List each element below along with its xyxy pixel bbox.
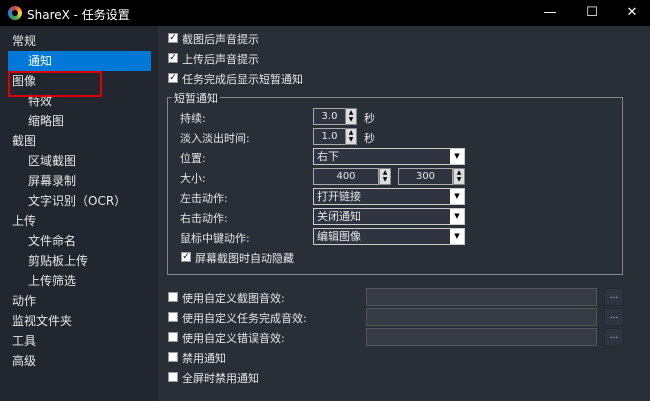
height-spinner[interactable]: ▲ ▼ [453,168,465,185]
top-checkbox[interactable]: ✓ [168,73,178,83]
title-bar: ShareX - 任务设置 — ☐ ✕ [0,0,650,26]
sidebar-item-14[interactable]: 监视文件夹 [12,311,72,331]
sidebar-item-6[interactable]: 区域截图 [28,151,76,171]
bottom-checkbox-label: 全屏时禁用通知 [182,372,259,385]
middle-click-label: 鼠标中键动作: [180,232,250,245]
bottom-checkbox[interactable] [168,352,178,362]
right-click-label: 右击动作: [180,212,228,225]
fade-spinner[interactable]: ▲ ▼ [345,128,357,145]
sidebar-item-11[interactable]: 剪贴板上传 [28,251,88,271]
seconds-label: 秒 [364,132,375,145]
sound-checkbox[interactable] [168,312,178,322]
sidebar-item-10[interactable]: 文件命名 [28,231,76,251]
left-click-dropdown[interactable]: 打开链接 ▼ [313,188,465,205]
sidebar-item-7[interactable]: 屏幕录制 [28,171,76,191]
top-checkbox[interactable]: ✓ [168,53,178,63]
browse-button[interactable]: ... [604,308,624,326]
autohide-label: 屏幕截图时自动隐藏 [195,252,294,265]
size-separator: x [386,170,392,180]
position-label: 位置: [180,152,206,165]
sound-path-input[interactable] [366,328,597,346]
right-click-dropdown[interactable]: 关闭通知 ▼ [313,208,465,225]
sound-label: 使用自定义任务完成音效: [182,312,307,325]
sharex-logo-icon [8,6,22,20]
sound-checkbox[interactable] [168,332,178,342]
top-checkbox-label: 上传后声音提示 [182,53,259,66]
height-input[interactable]: 300 [398,168,453,185]
sound-path-input[interactable] [366,308,597,326]
seconds-label: 秒 [364,112,375,125]
sound-path-input[interactable] [366,288,597,306]
right-click-value: 关闭通知 [317,210,361,223]
sidebar-item-9[interactable]: 上传 [12,211,36,231]
autohide-checkbox[interactable]: ✓ [181,252,191,262]
chevron-down-icon: ▼ [450,149,464,164]
sidebar-item-1[interactable]: 通知 [8,51,151,71]
sidebar-item-8[interactable]: 文字识别（OCR） [28,191,126,211]
chevron-down-icon: ▼ [450,189,464,204]
left-click-label: 左击动作: [180,192,228,205]
sound-label: 使用自定义截图音效: [182,292,285,305]
minimize-button[interactable]: — [530,2,570,24]
toast-notification-group [167,97,623,275]
window-title: ShareX - 任务设置 [27,8,130,22]
middle-click-value: 编辑图像 [317,230,361,243]
left-click-value: 打开链接 [317,190,361,203]
position-value: 右下 [317,150,339,163]
sidebar-item-0[interactable]: 常规 [12,31,36,51]
size-label: 大小: [180,172,206,185]
sound-label: 使用自定义错误音效: [182,332,285,345]
width-input[interactable]: 400 [313,168,379,185]
close-button[interactable]: ✕ [612,2,650,24]
duration-spinner[interactable]: ▲ ▼ [345,108,357,125]
sidebar-item-15[interactable]: 工具 [12,331,36,351]
middle-click-dropdown[interactable]: 编辑图像 ▼ [313,228,465,245]
group-title: 短暂通知 [172,90,220,106]
sidebar-item-12[interactable]: 上传筛选 [28,271,76,291]
sound-checkbox[interactable] [168,292,178,302]
chevron-down-icon: ▼ [450,209,464,224]
duration-input[interactable]: 3.0 [313,108,346,125]
highlight-box [8,71,102,97]
sidebar-item-5[interactable]: 截图 [12,131,36,151]
bottom-checkbox-label: 禁用通知 [182,352,226,365]
maximize-button[interactable]: ☐ [572,2,612,24]
position-dropdown[interactable]: 右下 ▼ [313,148,465,165]
bottom-checkbox[interactable] [168,372,178,382]
sidebar-item-13[interactable]: 动作 [12,291,36,311]
chevron-down-icon: ▼ [450,229,464,244]
top-checkbox-label: 截图后声音提示 [182,33,259,46]
browse-button[interactable]: ... [604,288,624,306]
fade-label: 淡入淡出时间: [180,132,250,145]
sidebar-item-4[interactable]: 缩略图 [28,111,64,131]
sidebar-item-16[interactable]: 高级 [12,351,36,371]
top-checkbox[interactable]: ✓ [168,33,178,43]
top-checkbox-label: 任务完成后显示短暂通知 [182,73,303,86]
fade-input[interactable]: 1.0 [313,128,346,145]
browse-button[interactable]: ... [604,328,624,346]
duration-label: 持续: [180,112,206,125]
